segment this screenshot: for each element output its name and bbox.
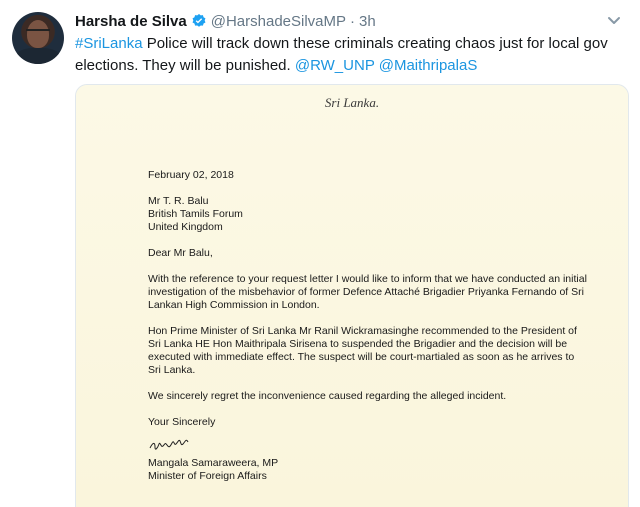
separator-dot: · xyxy=(350,12,356,30)
letter-body: February 02, 2018 Mr T. R. Balu British … xyxy=(148,169,588,483)
display-name[interactable]: Harsha de Silva xyxy=(75,13,187,30)
tweet-text: #SriLanka Police will track down these c… xyxy=(75,33,625,77)
handwritten-signature xyxy=(149,439,189,450)
recipient-line: Mr T. R. Balu xyxy=(148,195,209,207)
recipient-line: British Tamils Forum xyxy=(148,208,243,220)
verified-badge-icon xyxy=(192,14,206,27)
avatar[interactable] xyxy=(12,12,64,64)
letter-paragraph: With the reference to your request lette… xyxy=(148,273,587,311)
letter-paragraph: We sincerely regret the inconvenience ca… xyxy=(148,390,507,402)
timestamp[interactable]: 3h xyxy=(359,13,376,30)
salutation: Dear Mr Balu, xyxy=(148,247,213,259)
attached-image[interactable]: Sri Lanka. February 02, 2018 Mr T. R. Ba… xyxy=(75,84,629,507)
mention-maithripalas[interactable]: @MaithripalaS xyxy=(379,57,478,74)
letter-paper: Sri Lanka. February 02, 2018 Mr T. R. Ba… xyxy=(76,85,628,507)
letter-paragraph: Hon Prime Minister of Sri Lanka Mr Ranil… xyxy=(148,325,577,376)
recipient-line: United Kingdom xyxy=(148,221,223,233)
tweet: Harsha de Silva @HarshadeSilvaMP · 3h #S… xyxy=(0,0,640,507)
handle[interactable]: @HarshadeSilvaMP xyxy=(211,13,346,30)
signature-name: Mangala Samaraweera, MP xyxy=(148,457,279,469)
letter-date: February 02, 2018 xyxy=(148,169,234,181)
hashtag-srilanka[interactable]: #SriLanka xyxy=(75,35,143,52)
closing: Your Sincerely xyxy=(148,416,216,428)
letterhead: Sri Lanka. xyxy=(324,95,380,110)
tweet-header: Harsha de Silva @HarshadeSilvaMP · 3h xyxy=(75,10,376,32)
signature-title: Minister of Foreign Affairs xyxy=(148,470,267,482)
mention-rw-unp[interactable]: @RW_UNP xyxy=(295,57,375,74)
chevron-down-icon[interactable] xyxy=(604,10,624,30)
